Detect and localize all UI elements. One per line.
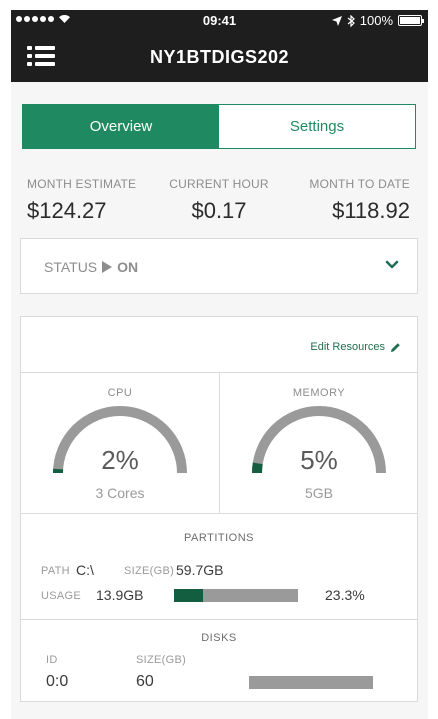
- usage-value: 13.9GB: [96, 587, 144, 603]
- battery-percent: 100%: [359, 13, 393, 28]
- memory-size: 5GB: [304, 485, 333, 501]
- status-bar: 09:41 100%: [11, 10, 428, 32]
- disks-title: DISKS: [201, 632, 237, 644]
- month-to-date-value: $118.92: [332, 198, 410, 223]
- memory-percent: 5%: [300, 445, 338, 475]
- partition-size-label: SIZE(GB): [124, 565, 175, 577]
- play-icon: [102, 261, 113, 273]
- partitions-title: PARTITIONS: [184, 532, 254, 544]
- memory-label: MEMORY: [292, 387, 346, 399]
- divider: [21, 619, 417, 620]
- cpu-percent: 2%: [101, 445, 139, 475]
- path-value: C:\: [76, 562, 94, 578]
- status-label-group: STATUS ON: [44, 259, 138, 275]
- disk-size-value: 60: [136, 673, 154, 690]
- page-title: NY1BTDIGS202: [149, 47, 290, 67]
- status-right: 100%: [331, 13, 424, 28]
- tab-settings[interactable]: Settings: [219, 105, 415, 148]
- status-label: STATUS: [44, 259, 98, 275]
- partition-usage-bar: [174, 589, 298, 602]
- month-to-date-label: MONTH TO DATE: [309, 177, 410, 191]
- top-bar: 09:41 100% NY1BTDIGS202: [11, 10, 428, 82]
- location-arrow-icon: [331, 15, 342, 26]
- usage-label: USAGE: [41, 590, 82, 602]
- divider: [21, 513, 417, 514]
- resources-card: Edit Resources CPU 2% 3 Cores MEMORY 5% …: [20, 316, 418, 702]
- battery-icon: [398, 15, 424, 26]
- status-row[interactable]: STATUS ON: [20, 238, 418, 294]
- cpu-gauge: CPU 2% 3 Cores: [21, 373, 219, 513]
- tab-bar: Overview Settings: [22, 104, 416, 149]
- usage-percent: 23.3%: [325, 587, 365, 603]
- pencil-icon: [391, 342, 400, 352]
- tab-overview[interactable]: Overview: [23, 105, 219, 148]
- disk-id-label: ID: [46, 654, 58, 666]
- edit-resources-link[interactable]: Edit Resources: [310, 341, 401, 353]
- memory-gauge: MEMORY 5% 5GB: [220, 373, 418, 513]
- status-value: ON: [117, 259, 139, 275]
- cpu-label: CPU: [107, 387, 133, 399]
- disk-usage-bar: [249, 676, 373, 689]
- cpu-cores: 3 Cores: [95, 485, 145, 501]
- disk-size-label: SIZE(GB): [136, 654, 187, 666]
- month-to-date: MONTH TO DATE $118.92: [250, 177, 410, 224]
- disk-id-value: 0:0: [46, 673, 69, 690]
- app-screen: 09:41 100% NY1BTDIGS202 Overview Setting…: [11, 10, 428, 719]
- partition-size-value: 59.7GB: [176, 562, 224, 578]
- edit-resources-label: Edit Resources: [310, 341, 385, 353]
- path-label: PATH: [41, 565, 70, 577]
- chevron-down-icon[interactable]: [385, 258, 399, 272]
- bluetooth-icon: [347, 14, 355, 27]
- partition-usage-fill: [174, 589, 203, 602]
